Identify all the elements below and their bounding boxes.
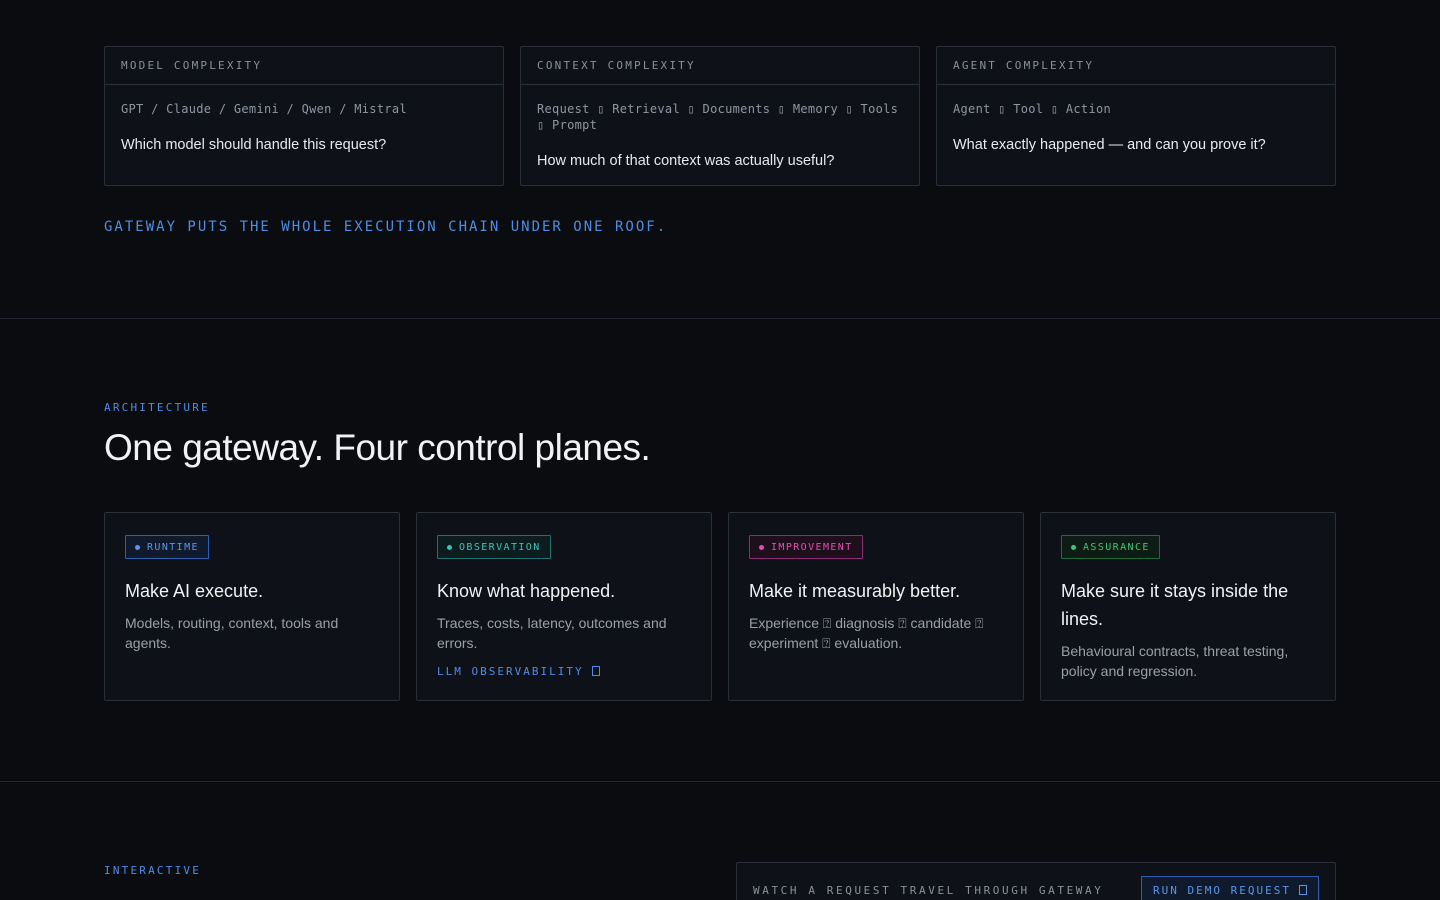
observation-badge: OBSERVATION: [437, 535, 551, 559]
context-path: Request ▯ Retrieval ▯ Documents ▯ Memory…: [537, 102, 899, 132]
plane-title: Make it measurably better.: [749, 581, 961, 601]
card-question: What exactly happened — and can you prov…: [953, 137, 1266, 153]
dot-icon: [759, 544, 764, 550]
section-divider: [0, 781, 1440, 782]
agent-path: Agent ▯ Tool ▯ Action: [953, 102, 1112, 116]
runtime-badge: RUNTIME: [125, 535, 209, 559]
dot-icon: [447, 544, 452, 550]
dot-icon: [1071, 544, 1076, 550]
context-complexity-card: CONTEXT COMPLEXITY Request ▯ Retrieval ▯…: [520, 46, 920, 186]
plane-description: Traces, costs, latency, outcomes and err…: [437, 615, 667, 651]
complexity-cards: MODEL COMPLEXITY GPT / Claude / Gemini /…: [104, 46, 1336, 186]
demo-panel: WATCH A REQUEST TRAVEL THROUGH GATEWAY R…: [736, 862, 1336, 900]
plane-title: Know what happened.: [437, 581, 616, 601]
architecture-headline: One gateway. Four control planes.: [104, 427, 651, 468]
roof-statement: GATEWAY PUTS THE WHOLE EXECUTION CHAIN U…: [104, 219, 668, 235]
assurance-plane-card: ASSURANCE Make sure it stays inside the …: [1040, 512, 1336, 701]
card-heading: AGENT COMPLEXITY: [937, 47, 1335, 85]
plane-description: Behavioural contracts, threat testing, p…: [1061, 643, 1289, 679]
arrow-icon: [1299, 885, 1307, 895]
arrow-icon: [592, 666, 601, 676]
llm-observability-link[interactable]: LLM OBSERVABILITY: [437, 665, 601, 678]
improvement-badge: IMPROVEMENT: [749, 535, 863, 559]
runtime-plane-card: RUNTIME Make AI execute. Models, routing…: [104, 512, 400, 701]
architecture-eyebrow: ARCHITECTURE: [104, 401, 210, 414]
card-question: How much of that context was actually us…: [537, 153, 835, 169]
dot-icon: [135, 544, 140, 550]
run-demo-request-button[interactable]: RUN DEMO REQUEST: [1141, 876, 1319, 900]
plane-description: Experience ⍰ diagnosis ⍰ candidate ⍰ exp…: [749, 615, 984, 651]
card-heading: CONTEXT COMPLEXITY: [521, 47, 919, 85]
model-complexity-card: MODEL COMPLEXITY GPT / Claude / Gemini /…: [104, 46, 504, 186]
observation-plane-card: OBSERVATION Know what happened. Traces, …: [416, 512, 712, 701]
card-question: Which model should handle this request?: [121, 137, 387, 153]
section-divider: [0, 318, 1440, 319]
control-planes: RUNTIME Make AI execute. Models, routing…: [104, 512, 1336, 701]
plane-title: Make AI execute.: [125, 581, 264, 601]
demo-label: WATCH A REQUEST TRAVEL THROUGH GATEWAY: [753, 884, 1104, 897]
agent-complexity-card: AGENT COMPLEXITY Agent ▯ Tool ▯ Action W…: [936, 46, 1336, 186]
interactive-eyebrow: INTERACTIVE: [104, 864, 202, 877]
model-path: GPT / Claude / Gemini / Qwen / Mistral: [121, 102, 407, 116]
improvement-plane-card: IMPROVEMENT Make it measurably better. E…: [728, 512, 1024, 701]
assurance-badge: ASSURANCE: [1061, 535, 1160, 559]
plane-description: Models, routing, context, tools and agen…: [125, 615, 339, 651]
plane-title: Make sure it stays inside the lines.: [1061, 581, 1289, 629]
card-heading: MODEL COMPLEXITY: [105, 47, 503, 85]
